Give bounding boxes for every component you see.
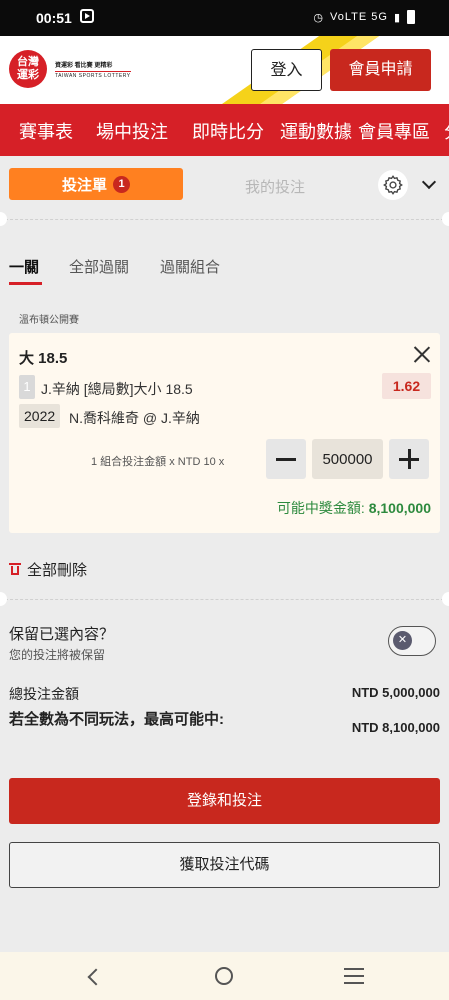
total-stake-label: 總投注金額	[9, 686, 79, 702]
status-bar: 00:51 ◷ VoLTE 5G ▮	[0, 0, 449, 36]
network-indicator: VoLTE 5G	[330, 11, 388, 23]
bet-card: 大 18.5 1 J.辛納 [總局數]大小 18.5 1.62 2022 N.喬…	[9, 333, 440, 533]
match-name: N.喬科維奇 @ J.辛納	[69, 410, 200, 426]
chevron-down-icon[interactable]	[421, 174, 437, 190]
dashed-divider	[0, 212, 449, 226]
match-code: 2022	[19, 404, 61, 428]
nav-item-schedule[interactable]: 賽事表	[19, 118, 73, 144]
keep-selections-subtitle: 您的投注將被保留	[9, 648, 106, 662]
site-header: 台灣運彩 資運彩 看比賽 更精彩 TAIWAN SPORTS LOTTERY 登…	[0, 36, 449, 104]
close-icon[interactable]	[413, 345, 431, 363]
nav-item-live-scores[interactable]: 即時比分	[192, 118, 264, 144]
battery-icon	[407, 10, 415, 24]
home-icon[interactable]	[215, 967, 233, 985]
gear-icon[interactable]	[378, 170, 408, 200]
system-navigation-bar	[0, 952, 449, 1000]
status-indicators: ◷ VoLTE 5G ▮	[313, 10, 415, 24]
dashed-divider	[0, 592, 449, 606]
betslip-count-badge: 1	[113, 175, 130, 193]
market-name: J.辛納 [總局數]大小 18.5	[41, 381, 193, 397]
event-name: 溫布頓公開賽	[19, 315, 79, 326]
logo-icon[interactable]: 台灣運彩	[9, 50, 47, 88]
plus-button[interactable]	[389, 439, 429, 479]
delete-all-button[interactable]: 全部刪除	[9, 559, 87, 580]
max-win-label: 若全數為不同玩法，最高可能中:	[9, 711, 224, 728]
potential-win: 可能中獎金額: 8,100,000	[276, 500, 431, 516]
mark-number: 1	[19, 375, 35, 399]
nav-item-member-zone[interactable]: 會員專區	[358, 118, 430, 144]
nav-item-more[interactable]: 分	[444, 118, 449, 144]
close-icon: ✕	[393, 631, 412, 650]
max-win-value: NTD 8,100,000	[351, 720, 440, 735]
selection-title: 大 18.5	[19, 350, 68, 367]
odds-value: 1.62	[382, 373, 431, 399]
register-button[interactable]: 會員申請	[330, 49, 431, 91]
tab-betslip[interactable]: 投注單 1	[9, 168, 183, 200]
keep-selections-toggle[interactable]: ✕	[388, 626, 436, 656]
stake-label: 1 組合投注金額 x NTD 10 x	[91, 456, 225, 468]
betslip-tabs: 投注單 1 我的投注	[0, 160, 449, 212]
alarm-icon: ◷	[313, 11, 324, 24]
back-icon[interactable]	[87, 968, 105, 986]
clock: 00:51	[36, 10, 72, 26]
tab-single[interactable]: 一關	[9, 256, 43, 285]
total-stake-value: NTD 5,000,000	[351, 685, 440, 700]
nav-item-live-betting[interactable]: 場中投注	[96, 118, 168, 144]
nav-item-sports-data[interactable]: 運動數據	[280, 118, 352, 144]
menu-icon[interactable]	[344, 968, 364, 984]
login-button[interactable]: 登入	[251, 49, 322, 91]
get-bet-code-button[interactable]: 獲取投注代碼	[9, 842, 440, 888]
tab-my-bets[interactable]: 我的投注	[205, 176, 345, 197]
cast-icon	[80, 9, 94, 23]
main-nav: 賽事表 場中投注 即時比分 運動數據 會員專區 分	[0, 104, 449, 156]
tab-parlay-combo[interactable]: 過關組合	[160, 256, 220, 277]
signal-icon: ▮	[393, 11, 401, 24]
place-bet-button[interactable]: 登錄和投注	[9, 778, 440, 824]
trash-icon	[9, 563, 21, 576]
stake-input[interactable]	[312, 439, 383, 479]
minus-button[interactable]	[266, 439, 306, 479]
tab-all-parlay[interactable]: 全部過關	[69, 256, 129, 277]
logo-text: 資運彩 看比賽 更精彩 TAIWAN SPORTS LOTTERY	[55, 63, 131, 79]
keep-selections-title: 保留已選內容？	[9, 626, 115, 643]
